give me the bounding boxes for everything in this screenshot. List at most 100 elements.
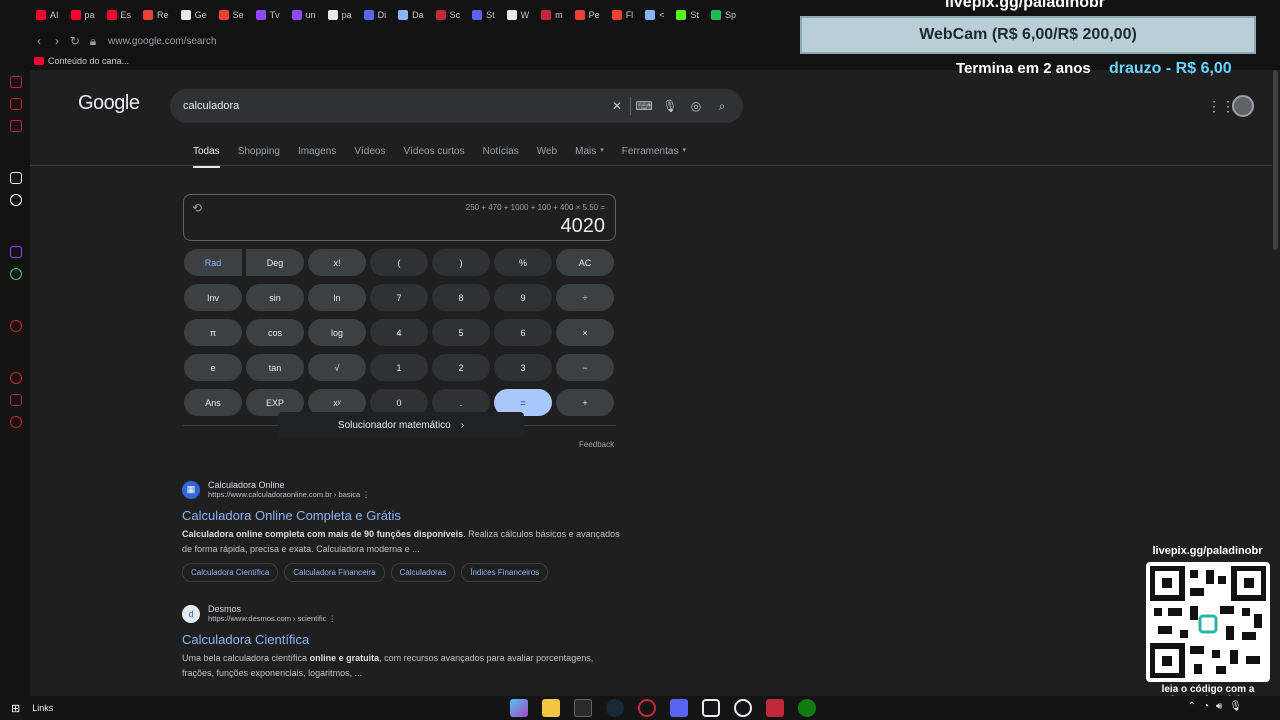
browser-tab[interactable]: pa: [322, 0, 358, 30]
calculator-key[interactable]: Ans: [184, 389, 242, 416]
sidebar-app-icon[interactable]: [10, 76, 22, 88]
sidebar-app-icon[interactable]: [10, 320, 22, 332]
browser-tab[interactable]: Ge: [175, 0, 213, 30]
forward-icon[interactable]: ›: [48, 34, 66, 48]
browser-tab[interactable]: Se: [213, 0, 250, 30]
calculator-key[interactable]: 4: [370, 319, 428, 346]
result-title[interactable]: Calculadora Científica: [182, 632, 622, 647]
calculator-key[interactable]: −: [556, 354, 614, 381]
browser-tab[interactable]: St: [466, 0, 501, 30]
discord-icon[interactable]: [670, 699, 688, 717]
related-chip[interactable]: Calculadora Científica: [182, 563, 279, 582]
url-field[interactable]: www.google.com/search: [108, 36, 216, 47]
calculator-key[interactable]: tan: [246, 354, 304, 381]
browser-tab[interactable]: Sp: [705, 0, 742, 30]
browser-tab[interactable]: pa: [65, 0, 101, 30]
calculator-key[interactable]: ×: [556, 319, 614, 346]
obs-icon[interactable]: [734, 699, 752, 717]
riot-client-icon[interactable]: [702, 699, 720, 717]
calculator-key[interactable]: √: [308, 354, 366, 381]
calculator-key[interactable]: %: [494, 249, 552, 276]
result-url[interactable]: https://www.desmos.com › scientific: [208, 614, 326, 623]
microphone-icon[interactable]: 🎙︎: [657, 99, 683, 113]
microphone-icon[interactable]: 🎙︎: [1229, 701, 1242, 712]
sidebar-app-icon[interactable]: [10, 120, 22, 132]
calculator-key[interactable]: 8: [432, 284, 490, 311]
calculator-key[interactable]: 6: [494, 319, 552, 346]
app-icon[interactable]: [766, 699, 784, 717]
chatgpt-icon[interactable]: [10, 194, 22, 206]
avatar[interactable]: [1232, 95, 1254, 117]
result-site-name[interactable]: Calculadora Online: [208, 480, 370, 490]
clear-icon[interactable]: ✕: [604, 99, 630, 113]
calculator-key[interactable]: ÷: [556, 284, 614, 311]
calculator-key[interactable]: Deg: [246, 249, 304, 276]
scrollbar[interactable]: [1273, 70, 1278, 250]
windows-start-icon[interactable]: ⊞: [11, 702, 20, 715]
calculator-key[interactable]: 7: [370, 284, 428, 311]
bookmark-item[interactable]: Conteúdo do cana...: [48, 56, 129, 66]
volume-icon[interactable]: 🔊︎: [1216, 701, 1222, 712]
calculator-key[interactable]: Inv: [184, 284, 242, 311]
history-icon[interactable]: [10, 372, 22, 384]
xbox-icon[interactable]: [798, 699, 816, 717]
calculator-key[interactable]: sin: [246, 284, 304, 311]
search-box[interactable]: calculadora ✕ ⌨ 🎙︎ ◎ ⌕: [170, 89, 743, 123]
twitch-icon[interactable]: [10, 246, 22, 258]
browser-tab[interactable]: un: [286, 0, 322, 30]
search-icon[interactable]: ⌕: [709, 99, 735, 114]
browser-tab[interactable]: Fl: [606, 0, 640, 30]
math-solver-button[interactable]: Solucionador matemático ›: [278, 412, 524, 438]
settings-icon[interactable]: [10, 416, 22, 428]
copilot-icon[interactable]: [510, 699, 528, 717]
calculator-key[interactable]: cos: [246, 319, 304, 346]
browser-tab[interactable]: W: [501, 0, 536, 30]
calculator-key[interactable]: log: [308, 319, 366, 346]
calculator-key[interactable]: 1: [370, 354, 428, 381]
browser-tab[interactable]: Di: [358, 0, 393, 30]
keyboard-icon[interactable]: ⌨: [631, 99, 657, 113]
browser-tab[interactable]: <: [639, 0, 670, 30]
search-input[interactable]: calculadora: [183, 100, 604, 112]
chevron-up-icon[interactable]: ⌃: [1188, 701, 1196, 712]
more-options-icon[interactable]: ⋮: [362, 490, 370, 499]
back-icon[interactable]: ‹: [30, 34, 48, 48]
related-chip[interactable]: Calculadoras: [390, 563, 456, 582]
browser-tab[interactable]: m: [535, 0, 569, 30]
steam-icon[interactable]: [606, 699, 624, 717]
feedback-link[interactable]: Feedback: [579, 440, 614, 449]
calculator-key[interactable]: 3: [494, 354, 552, 381]
reload-icon[interactable]: ↻: [66, 34, 84, 48]
calculator-key[interactable]: π: [184, 319, 242, 346]
sidebar-app-icon[interactable]: [10, 172, 22, 184]
google-logo[interactable]: Google: [78, 92, 140, 115]
more-options-icon[interactable]: ⋮: [328, 614, 336, 623]
result-title[interactable]: Calculadora Online Completa e Grátis: [182, 508, 622, 523]
related-chip[interactable]: Calculadora Financeira: [284, 563, 385, 582]
calculator-key[interactable]: AC: [556, 249, 614, 276]
calculator-key[interactable]: (: [370, 249, 428, 276]
calculator-key[interactable]: 5: [432, 319, 490, 346]
browser-tab[interactable]: Pe: [569, 0, 606, 30]
extensions-icon[interactable]: [10, 394, 22, 406]
browser-tab[interactable]: Sc: [430, 0, 467, 30]
calculator-key[interactable]: +: [556, 389, 614, 416]
calculator-key[interactable]: 9: [494, 284, 552, 311]
calculator-key[interactable]: ln: [308, 284, 366, 311]
browser-tab[interactable]: Es: [101, 0, 138, 30]
browser-tab[interactable]: Da: [392, 0, 430, 30]
calculator-key[interactable]: 2: [432, 354, 490, 381]
epic-games-icon[interactable]: [574, 699, 592, 717]
result-site-name[interactable]: Desmos: [208, 604, 336, 614]
calculator-key[interactable]: Rad: [184, 249, 242, 276]
browser-tab[interactable]: Re: [137, 0, 175, 30]
browser-tab[interactable]: Tv: [250, 0, 286, 30]
lens-icon[interactable]: ◎: [683, 99, 709, 113]
history-icon[interactable]: ⟲: [192, 201, 202, 215]
calculator-key[interactable]: x!: [308, 249, 366, 276]
related-chip[interactable]: Índices Financeiros: [461, 563, 549, 582]
file-explorer-icon[interactable]: [542, 699, 560, 717]
network-icon[interactable]: ◔: [1203, 701, 1209, 712]
whatsapp-icon[interactable]: [10, 268, 22, 280]
calculator-key[interactable]: ): [432, 249, 490, 276]
